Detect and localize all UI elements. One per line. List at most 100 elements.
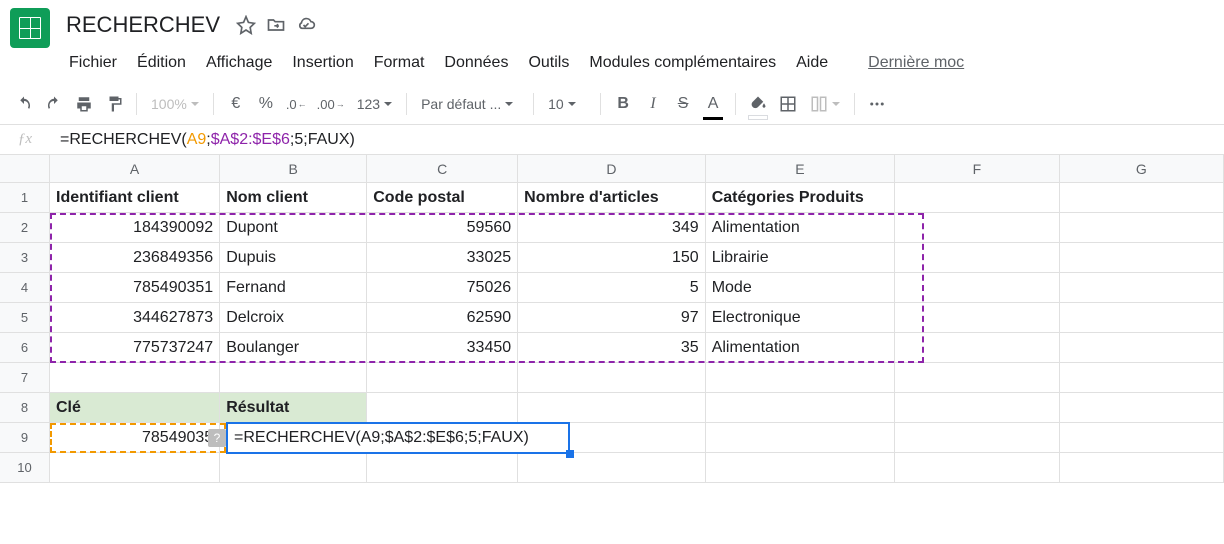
cell-D4[interactable]: 5 [518,273,706,302]
cell-B5[interactable]: Delcroix [220,303,367,332]
cell-F6[interactable] [895,333,1059,362]
row-header-6[interactable]: 6 [0,333,50,362]
decrease-decimal-button[interactable]: .0← [282,90,311,118]
cell-C5[interactable]: 62590 [367,303,518,332]
cell-E5[interactable]: Electronique [706,303,895,332]
col-header-B[interactable]: B [220,155,367,182]
cell-G1[interactable] [1060,183,1224,212]
cell-A2[interactable]: 184390092 [50,213,220,242]
print-button[interactable] [70,90,98,118]
row-header-9[interactable]: 9 [0,423,50,452]
cell-B7[interactable] [220,363,367,392]
cell-D5[interactable]: 97 [518,303,706,332]
row-header-5[interactable]: 5 [0,303,50,332]
cell-D10[interactable] [518,453,706,482]
borders-button[interactable] [774,90,802,118]
cell-A1[interactable]: Identifiant client [50,183,220,212]
cell-E10[interactable] [706,453,895,482]
cell-F9[interactable] [895,423,1059,452]
cloud-status-icon[interactable] [296,15,316,35]
row-header-7[interactable]: 7 [0,363,50,392]
cell-F1[interactable] [895,183,1059,212]
row-header-3[interactable]: 3 [0,243,50,272]
menu-format[interactable]: Format [365,48,434,78]
cell-A4[interactable]: 785490351 [50,273,220,302]
select-all-corner[interactable] [0,155,50,182]
text-color-button[interactable]: A [699,90,727,118]
cell-E4[interactable]: Mode [706,273,895,302]
paint-format-button[interactable] [100,90,128,118]
cell-C6[interactable]: 33450 [367,333,518,362]
cell-B1[interactable]: Nom client [220,183,367,212]
cell-B6[interactable]: Boulanger [220,333,367,362]
col-header-E[interactable]: E [706,155,895,182]
cell-F7[interactable] [895,363,1059,392]
redo-button[interactable] [40,90,68,118]
cell-E9[interactable] [706,423,895,452]
row-header-8[interactable]: 8 [0,393,50,422]
more-formats-dropdown[interactable]: 123 [351,90,398,118]
cell-G9[interactable] [1060,423,1224,452]
cell-B3[interactable]: Dupuis [220,243,367,272]
row-header-4[interactable]: 4 [0,273,50,302]
undo-button[interactable] [10,90,38,118]
fill-color-button[interactable] [744,90,772,118]
menu-edition[interactable]: Édition [128,48,195,78]
cell-G8[interactable] [1060,393,1224,422]
cell-B10[interactable] [220,453,367,482]
col-header-D[interactable]: D [518,155,706,182]
cell-A10[interactable] [50,453,220,482]
cell-G5[interactable] [1060,303,1224,332]
cell-F10[interactable] [895,453,1059,482]
cell-E7[interactable] [706,363,895,392]
cell-D2[interactable]: 349 [518,213,706,242]
sheets-logo[interactable] [10,8,50,48]
cell-C7[interactable] [367,363,518,392]
cell-F2[interactable] [895,213,1059,242]
cell-C3[interactable]: 33025 [367,243,518,272]
cell-E1[interactable]: Catégories Produits [706,183,895,212]
cell-E3[interactable]: Librairie [706,243,895,272]
cell-E8[interactable] [706,393,895,422]
italic-button[interactable]: I [639,90,667,118]
last-edit-link[interactable]: Dernière moc [859,48,973,78]
cell-C10[interactable] [367,453,518,482]
cell-D3[interactable]: 150 [518,243,706,272]
menu-donnees[interactable]: Données [435,48,517,78]
active-cell-editor[interactable]: =RECHERCHEV(A9;$A$2:$E$6;5;FAUX) [226,422,570,454]
row-header-1[interactable]: 1 [0,183,50,212]
col-header-C[interactable]: C [367,155,518,182]
more-button[interactable] [863,90,891,118]
menu-affichage[interactable]: Affichage [197,48,281,78]
cell-A9[interactable]: 78549035 [50,423,220,452]
row-header-2[interactable]: 2 [0,213,50,242]
merge-dropdown[interactable] [804,90,846,118]
cell-F3[interactable] [895,243,1059,272]
menu-modules[interactable]: Modules complémentaires [580,48,785,78]
col-header-G[interactable]: G [1060,155,1224,182]
cell-D6[interactable]: 35 [518,333,706,362]
cell-C2[interactable]: 59560 [367,213,518,242]
menu-insertion[interactable]: Insertion [283,48,362,78]
cell-G2[interactable] [1060,213,1224,242]
strike-button[interactable]: S [669,90,697,118]
menu-aide[interactable]: Aide [787,48,837,78]
cell-B4[interactable]: Fernand [220,273,367,302]
increase-decimal-button[interactable]: .00→ [313,90,349,118]
cell-C1[interactable]: Code postal [367,183,518,212]
percent-button[interactable]: % [252,90,280,118]
font-dropdown[interactable]: Par défaut ... [415,90,525,118]
cell-A7[interactable] [50,363,220,392]
menu-outils[interactable]: Outils [519,48,578,78]
cell-F5[interactable] [895,303,1059,332]
row-header-10[interactable]: 10 [0,453,50,482]
cell-G4[interactable] [1060,273,1224,302]
cell-G6[interactable] [1060,333,1224,362]
zoom-dropdown[interactable]: 100% [145,90,205,118]
cell-G7[interactable] [1060,363,1224,392]
cell-D1[interactable]: Nombre d'articles [518,183,706,212]
star-icon[interactable] [236,15,256,35]
cell-E6[interactable]: Alimentation [706,333,895,362]
cell-F8[interactable] [895,393,1059,422]
cell-G10[interactable] [1060,453,1224,482]
